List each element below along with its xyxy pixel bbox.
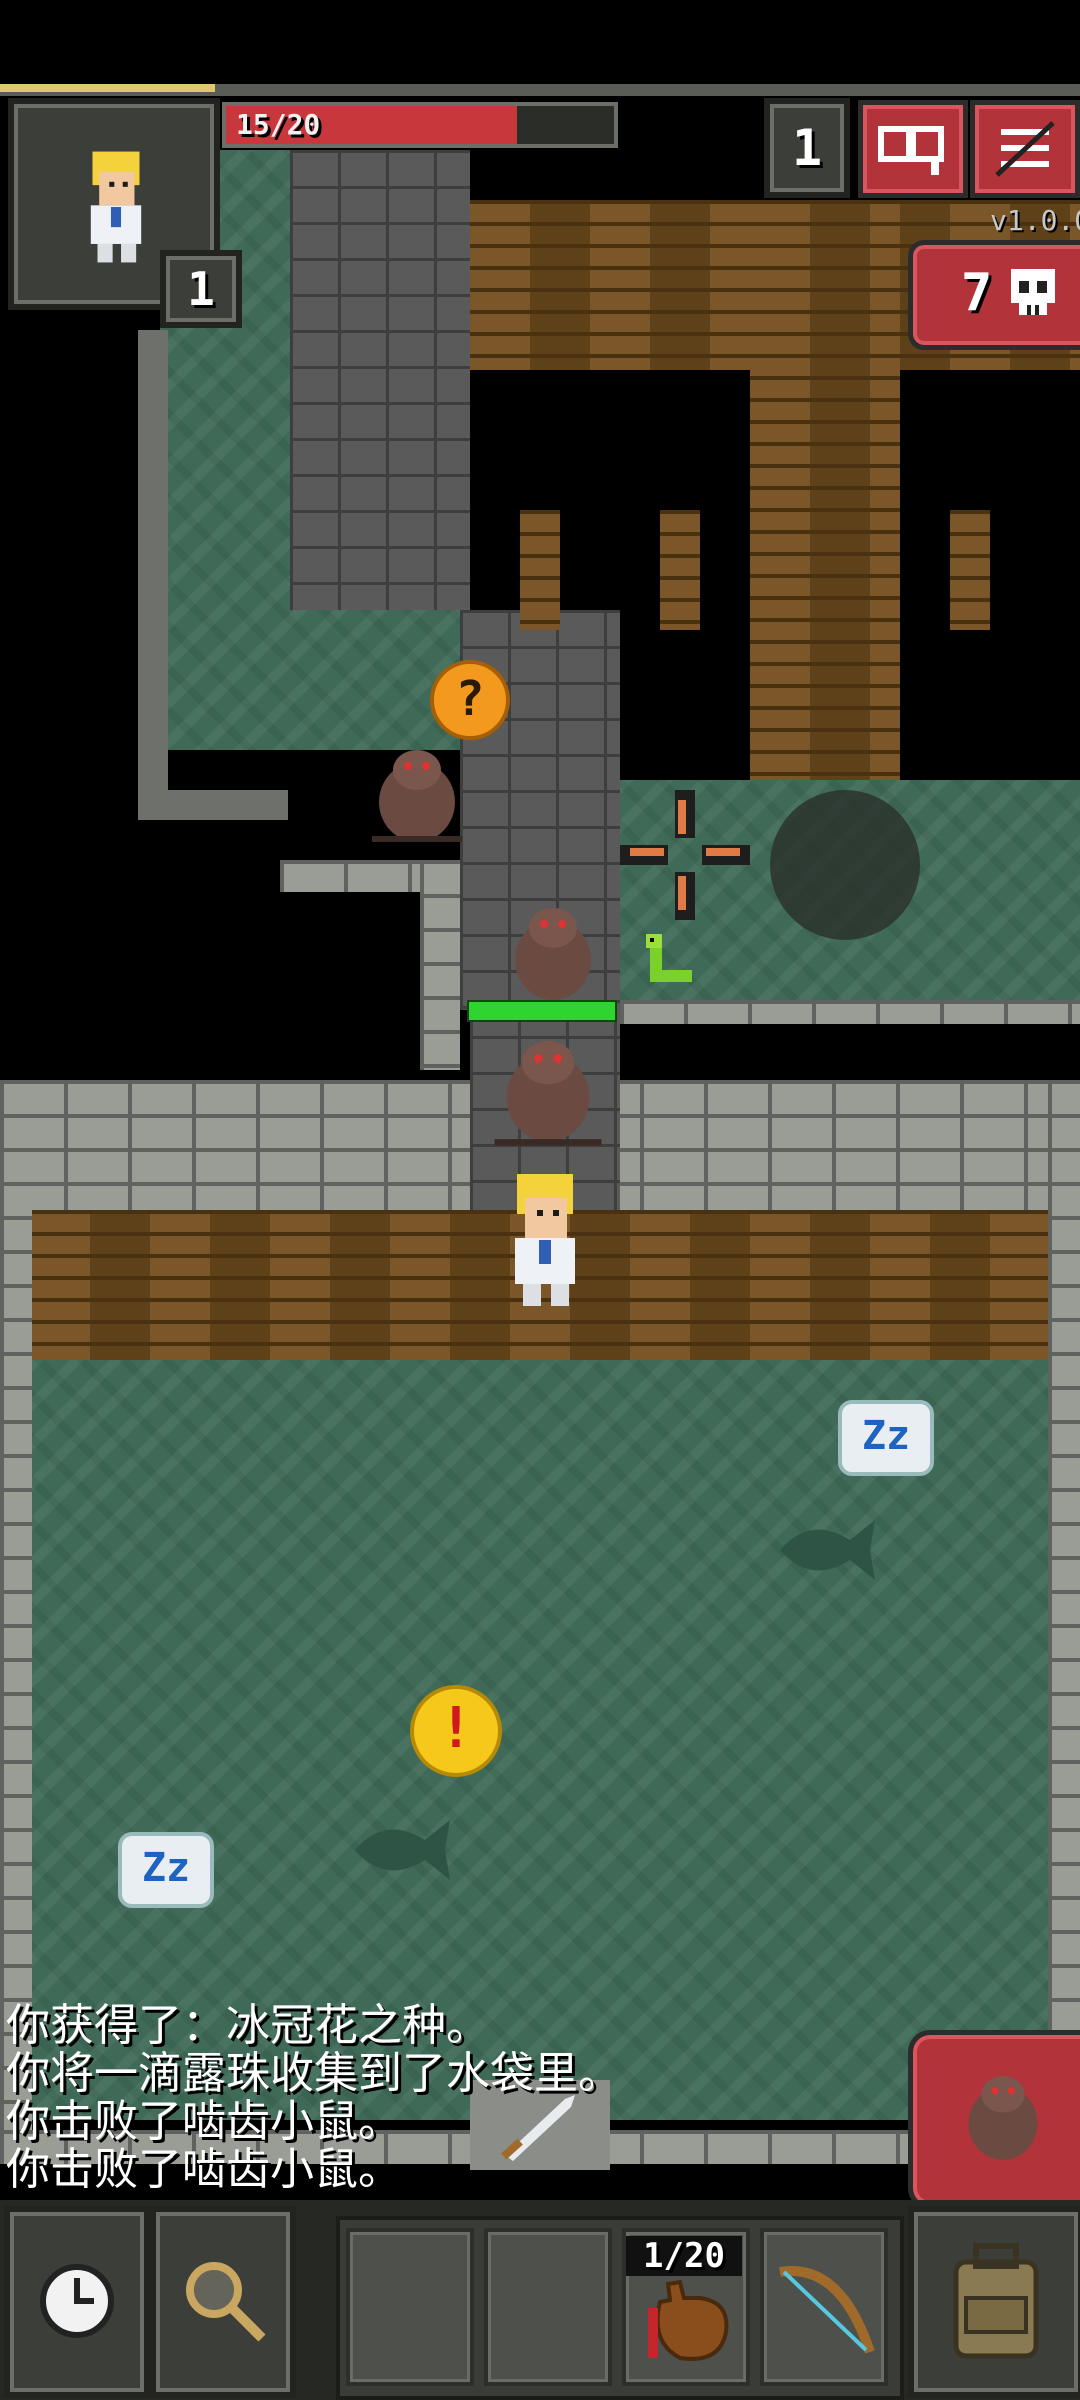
left-wall-ledge	[138, 790, 288, 820]
bow-icon	[779, 2266, 875, 2354]
menu-button[interactable]	[970, 100, 1080, 198]
journal-button[interactable]	[858, 100, 968, 198]
wood-post-2	[660, 510, 700, 630]
rat-enemy-sprite[interactable]	[498, 898, 608, 1008]
sleep-zz-icon: Zz	[118, 1832, 214, 1908]
hp-text: 15/20	[236, 108, 321, 141]
target-crosshair-icon[interactable]	[620, 790, 750, 920]
journal-icon	[878, 126, 944, 175]
piranha-shadow[interactable]	[345, 1810, 455, 1890]
version-label: v1.0.0	[990, 204, 1080, 237]
stone-pillar	[290, 150, 470, 610]
backpack-icon	[953, 2243, 1039, 2359]
rat-enemy-sprite[interactable]	[488, 1030, 608, 1150]
enemy-count: 7	[961, 263, 993, 323]
quickslot-4[interactable]	[760, 2228, 888, 2386]
step-column	[420, 860, 460, 1070]
backpack-button[interactable]	[908, 2206, 1080, 2398]
quickslot-3[interactable]: 1/20	[622, 2228, 750, 2386]
log-line: 你将一滴露珠收集到了水袋里。	[6, 2048, 622, 2099]
log-line: 你击败了啮齿小鼠。	[6, 2096, 402, 2147]
hud-top-progress	[0, 84, 215, 92]
dungeon-map[interactable]: Zz Zz ! ?	[0, 90, 1080, 2200]
quickslot-count: 1/20	[626, 2236, 742, 2276]
hero-portrait-icon	[90, 151, 142, 263]
enemy-counter-button[interactable]: 7	[908, 240, 1080, 350]
sleep-zz-icon: Zz	[838, 1400, 934, 1476]
search-button[interactable]	[150, 2206, 296, 2398]
rat-enemy-sprite[interactable]	[362, 740, 472, 850]
quickslot-1[interactable]	[346, 2228, 474, 2386]
enemy-health-bar	[467, 1000, 617, 1022]
piranha-shadow[interactable]	[770, 1510, 880, 1590]
game-log: 你获得了：冰冠花之种。 你将一滴露珠收集到了水袋里。 你击败了啮齿小鼠。 你击败…	[6, 2002, 906, 2194]
attack-target-button[interactable]	[908, 2030, 1080, 2210]
hp-bar: 15/20	[222, 102, 618, 148]
waterskin-icon	[648, 2279, 729, 2361]
main-room-right-wall	[1048, 1080, 1080, 2150]
depth-indicator[interactable]: 1	[764, 98, 850, 198]
snake-sprite[interactable]	[630, 930, 710, 1000]
hero-level-badge: 1	[160, 250, 242, 328]
dark-well	[770, 790, 920, 940]
clock-icon	[40, 2264, 114, 2338]
alert-exclaim-icon: !	[410, 1685, 502, 1777]
wood-post-1	[520, 510, 560, 630]
left-wall-column	[138, 330, 168, 800]
pool-rim	[620, 1000, 1080, 1024]
question-mark-icon: ?	[430, 660, 510, 740]
rat-target-icon	[968, 2076, 1038, 2160]
wood-floor-strip	[750, 200, 900, 800]
wait-button[interactable]	[4, 2206, 150, 2398]
quickslot-2[interactable]	[484, 2228, 612, 2386]
menu-icon	[995, 121, 1055, 177]
skull-icon	[1011, 269, 1055, 315]
magnifier-icon	[186, 2262, 266, 2342]
hero-sprite[interactable]	[495, 1170, 595, 1310]
log-line: 你击败了啮齿小鼠。	[6, 2144, 402, 2195]
wood-post-3	[950, 510, 990, 630]
main-room-left-wall	[0, 1080, 32, 2150]
log-line: 你获得了：冰冠花之种。	[6, 2000, 490, 2051]
